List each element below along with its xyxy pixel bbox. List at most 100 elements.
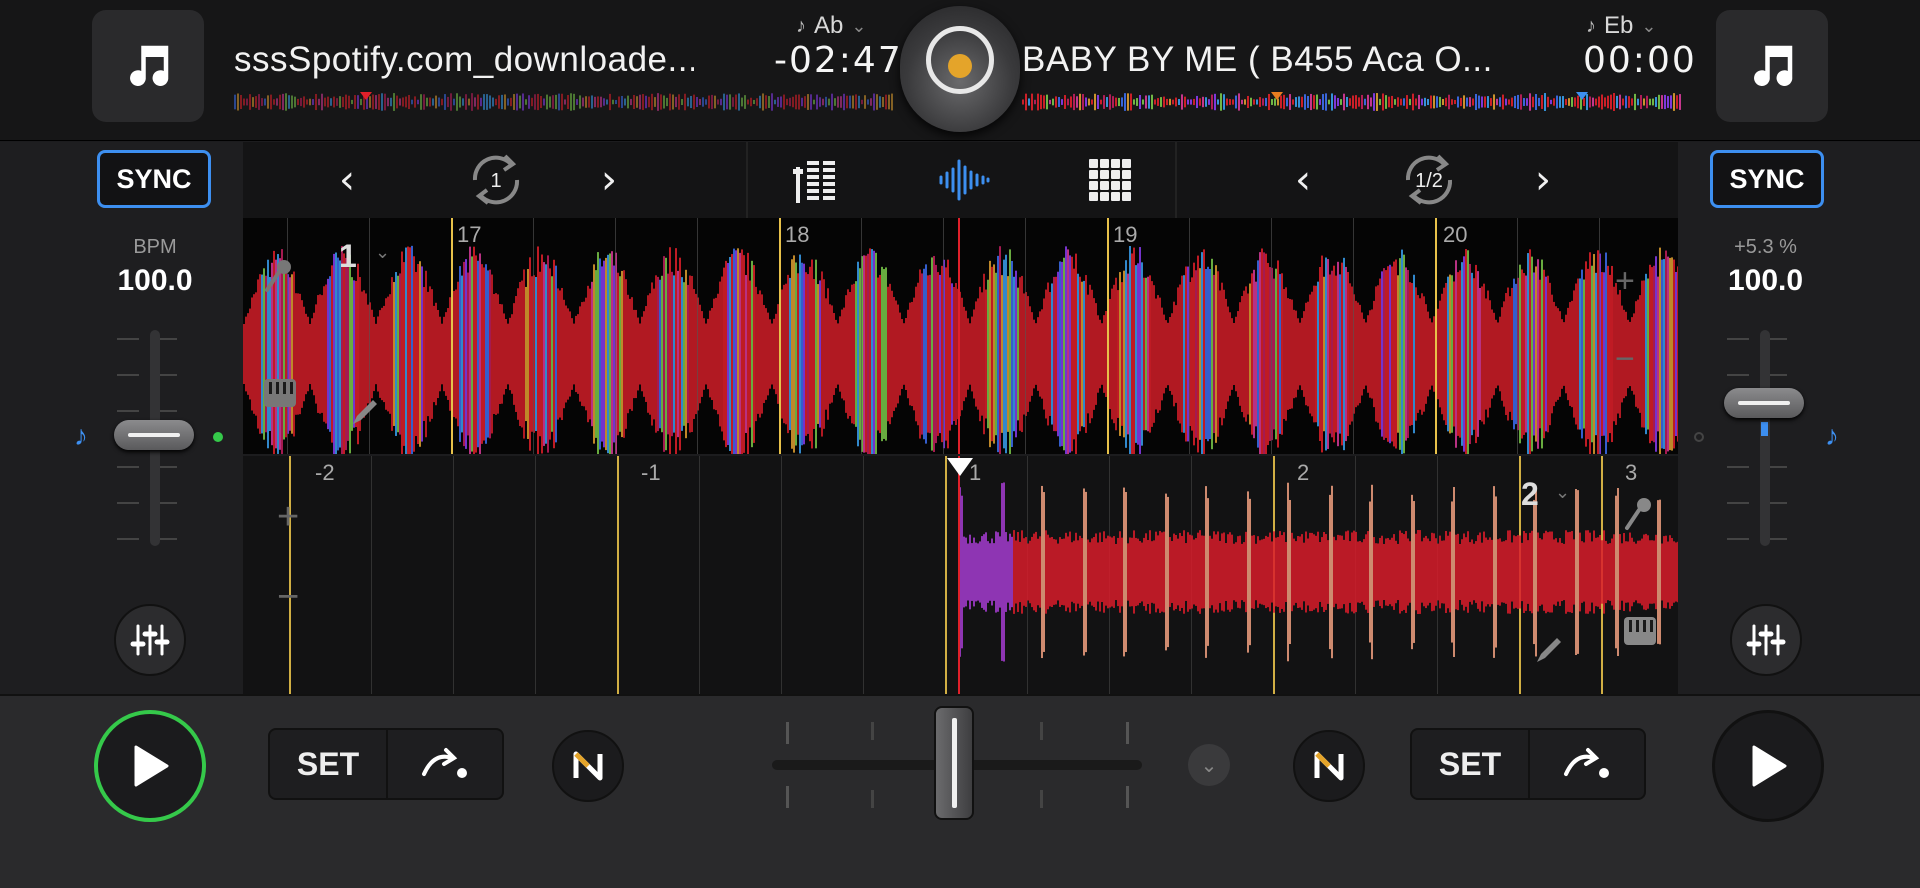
- right-neural-mix-button[interactable]: [1293, 730, 1365, 802]
- zoom-out-icon[interactable]: −: [277, 576, 299, 619]
- right-pitch-ticks: [1727, 338, 1787, 540]
- neural-mix-icon: [1314, 751, 1344, 781]
- right-cue-jump-button[interactable]: [1530, 730, 1644, 798]
- zoom-in-icon[interactable]: +: [277, 496, 299, 539]
- left-deck-number[interactable]: 1: [339, 238, 357, 275]
- zoom-in-icon[interactable]: +: [1615, 262, 1635, 301]
- left-loop-length: 1: [490, 170, 501, 192]
- left-neural-mix-button[interactable]: [552, 730, 624, 802]
- left-deck-waveform[interactable]: 17 18 19 20 1 ⌄ + −: [243, 218, 1678, 454]
- right-loop-decrease-button[interactable]: ‹: [1295, 150, 1343, 210]
- left-bpm-label: BPM: [133, 236, 177, 258]
- right-time-elapsed: 00:00: [1583, 40, 1697, 81]
- left-loop-button[interactable]: 1: [456, 150, 536, 210]
- chevron-down-icon: ⌄: [375, 242, 391, 262]
- crossfader-tick: [1040, 790, 1043, 808]
- play-icon: [134, 745, 169, 787]
- right-bpm-value[interactable]: 100.0: [1678, 264, 1853, 298]
- chevron-left-icon: ‹: [339, 157, 355, 203]
- right-loop-button[interactable]: 1/2: [1389, 150, 1469, 210]
- platter-indicator: [948, 54, 972, 78]
- right-loop-increase-button[interactable]: ›: [1535, 150, 1583, 210]
- left-cue-jump-button[interactable]: [388, 730, 502, 798]
- right-pitch-offset-marker: [1761, 422, 1768, 436]
- right-deck-waveform[interactable]: -2 -1 1 2 3 + − 2 ⌄: [243, 456, 1678, 694]
- left-track-title[interactable]: sssSpotify.com_downloade...: [234, 40, 694, 80]
- left-pitch-slider-thumb[interactable]: [114, 420, 194, 450]
- left-loop-increase-button[interactable]: ›: [601, 150, 649, 210]
- left-loop-decrease-button[interactable]: ‹: [339, 150, 387, 210]
- left-set-cue-button[interactable]: SET: [270, 730, 388, 798]
- crossfader-tick: [1126, 786, 1129, 808]
- left-eq-button[interactable]: [114, 604, 186, 676]
- left-keylock-icon[interactable]: ♪: [74, 420, 88, 452]
- left-time-remaining: -02:47: [774, 40, 903, 81]
- cue-jump-icon: [1564, 748, 1609, 778]
- left-status-dot: [213, 432, 223, 442]
- waveform-view-button[interactable]: [929, 150, 999, 210]
- right-deck-waveform-graphic: [289, 456, 1678, 694]
- chevron-down-icon: ⌄: [1641, 15, 1657, 36]
- right-loop-length: 1/2: [1415, 170, 1443, 192]
- transport-bar: SET ⌄ SET: [0, 694, 1920, 888]
- neural-mix-icon: [573, 751, 603, 781]
- divider: [1175, 142, 1177, 218]
- pads-grid-icon: [1089, 159, 1131, 201]
- right-key-selector[interactable]: ♪ Eb ⌄: [1586, 12, 1656, 40]
- crossfader-thumb[interactable]: [934, 706, 974, 820]
- pads-view-button[interactable]: [1075, 150, 1145, 210]
- eq-sliders-icon: [1746, 624, 1786, 656]
- crossfader-tick: [1126, 722, 1129, 744]
- divider: [746, 142, 748, 218]
- left-deck-side-panel: SYNC BPM 100.0 ♪: [0, 142, 243, 694]
- chevron-left-icon: ‹: [1295, 157, 1311, 203]
- right-cue-controls: SET: [1410, 728, 1646, 800]
- right-keylock-icon[interactable]: ♪: [1825, 420, 1839, 452]
- left-key-selector[interactable]: ♪ Ab ⌄: [796, 12, 866, 40]
- right-track-title[interactable]: BABY BY ME ( B455 Aca O...: [1022, 40, 1502, 80]
- right-overview-waveform-graphic: [1022, 92, 1681, 111]
- right-overview-waveform[interactable]: [1022, 92, 1682, 112]
- right-set-cue-button[interactable]: SET: [1412, 730, 1530, 798]
- right-key-label: Eb: [1604, 12, 1634, 39]
- beat-marker: 3: [1625, 460, 1638, 485]
- right-sync-button[interactable]: SYNC: [1710, 150, 1824, 208]
- left-deck-waveform-graphic: [243, 218, 1678, 454]
- crossfader-tick: [786, 786, 789, 808]
- crossfader-tick: [871, 790, 874, 808]
- right-pitch-percent: +5.3 %: [1734, 236, 1797, 258]
- right-deck-number[interactable]: 2: [1521, 476, 1539, 513]
- play-icon: [1752, 745, 1787, 787]
- beat-marker: 1: [969, 460, 982, 485]
- beat-marker: 17: [457, 222, 482, 247]
- right-status-dot: [1694, 432, 1704, 442]
- left-bpm-value[interactable]: 100.0: [110, 264, 200, 298]
- mixer-icon: [793, 161, 835, 203]
- left-overview-waveform-graphic: [234, 92, 893, 111]
- right-play-button[interactable]: [1712, 710, 1824, 822]
- crossfader-tick: [786, 722, 789, 744]
- left-deck-artwork[interactable]: [92, 10, 204, 122]
- center-jog-platter[interactable]: [900, 6, 1020, 132]
- loop-icon: 1/2: [1405, 154, 1453, 205]
- right-deck-side-panel: SYNC +5.3 % 100.0 ♪: [1678, 142, 1920, 694]
- left-overview-waveform[interactable]: [234, 92, 894, 112]
- right-deck-artwork[interactable]: [1716, 10, 1828, 122]
- beat-marker: 20: [1443, 222, 1468, 247]
- left-play-button[interactable]: [94, 710, 206, 822]
- key-note-icon: ♪: [796, 14, 806, 37]
- right-pitch-slider-thumb[interactable]: [1724, 388, 1804, 418]
- crossfader-tick: [871, 722, 874, 740]
- right-eq-button[interactable]: [1730, 604, 1802, 676]
- mixer-view-button[interactable]: [783, 150, 853, 210]
- top-bar: sssSpotify.com_downloade... ♪ Ab ⌄ -02:4…: [0, 0, 1920, 141]
- left-sync-button[interactable]: SYNC: [97, 150, 211, 208]
- chevron-right-icon: ›: [1535, 157, 1551, 203]
- beat-marker: -2: [315, 460, 335, 485]
- right-pitch-slider-track[interactable]: [1760, 330, 1770, 546]
- zoom-out-icon[interactable]: −: [1615, 340, 1635, 379]
- left-cue-controls: SET: [268, 728, 504, 800]
- beat-marker: -1: [641, 460, 661, 485]
- chevron-down-icon[interactable]: ⌄: [1188, 744, 1230, 786]
- key-note-icon: ♪: [1586, 14, 1596, 37]
